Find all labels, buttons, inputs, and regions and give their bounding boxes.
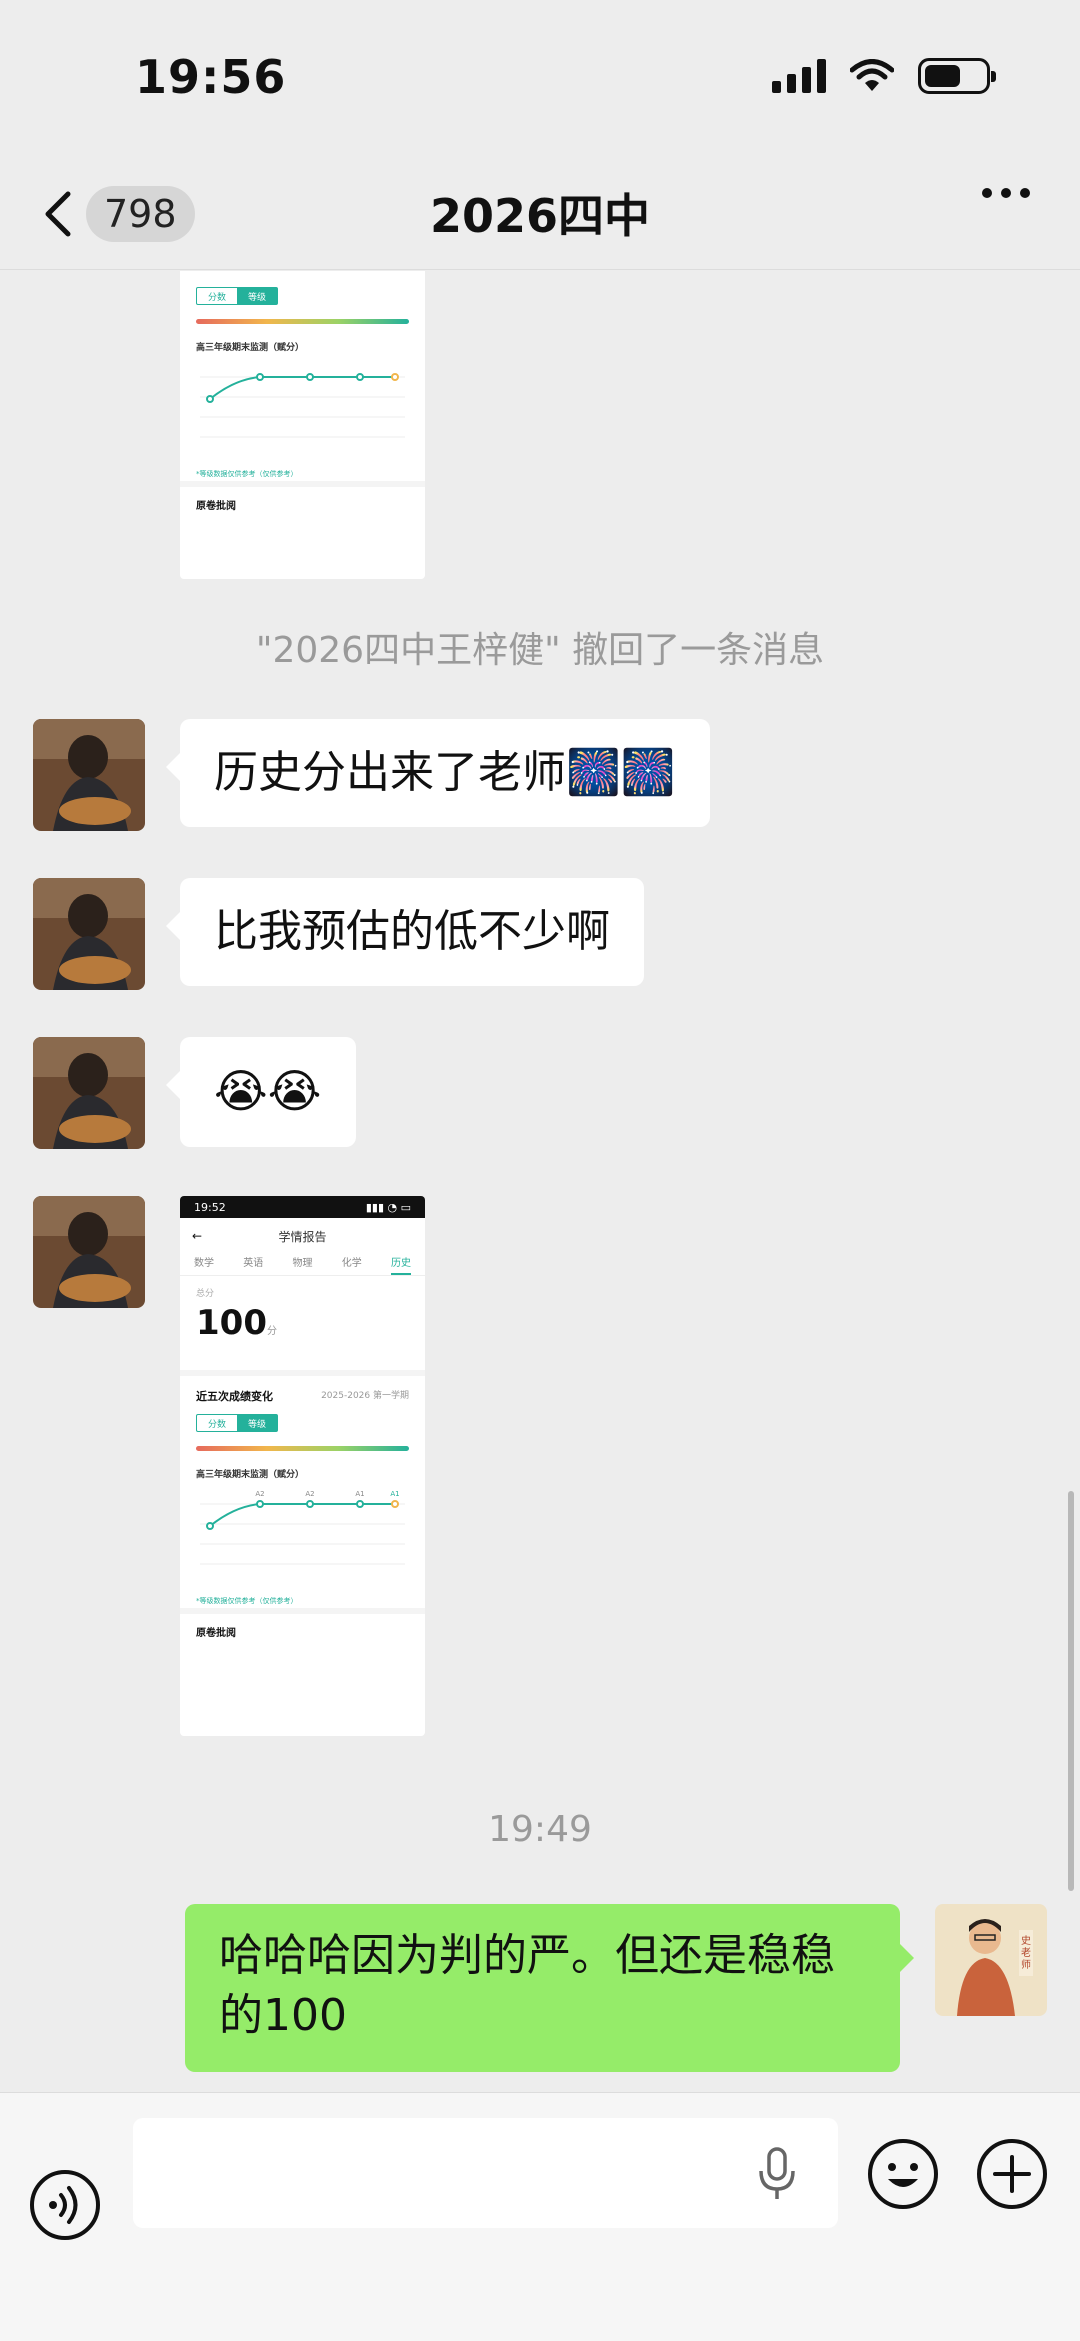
my-message-text: 哈哈哈因为判的严。但还是稳稳的100 <box>219 1930 835 2041</box>
trend-filter: 2025-2026 第一学期 <box>321 1391 409 1401</box>
chart-point-label: A1 <box>355 1490 364 1498</box>
chart-note: *等级数据仅供参考（仅供参考） <box>196 1597 298 1605</box>
chart-note: *等级数据仅供参考（仅供参考） <box>196 470 298 478</box>
subject-tab: 英语 <box>243 1258 264 1269</box>
svg-text:老: 老 <box>1021 1946 1031 1959</box>
plus-circle-icon[interactable] <box>975 2137 1049 2211</box>
message-list[interactable]: 分数 等级 高三年级期末监测（赋分） *等级数据仅供参考（仅供参考） 原卷批阅 … <box>0 271 1080 2091</box>
score-card: 总分 100分 <box>180 1276 425 1376</box>
chat-header: 798 2026四中 <box>0 160 1080 270</box>
emoji-smile-icon[interactable] <box>866 2137 940 2211</box>
trend-chart <box>200 373 405 438</box>
grade-scale-bar <box>196 1446 409 1451</box>
toggle-grade: 等级 <box>237 288 277 304</box>
mode-toggle: 分数 等级 <box>196 1414 278 1432</box>
toggle-grade: 等级 <box>237 1415 277 1431</box>
message-text: 历史分出来了老师🎆🎆 <box>214 747 676 798</box>
toggle-score: 分数 <box>207 1419 226 1430</box>
status-icons <box>772 58 996 94</box>
chat-title: 2026四中 <box>429 189 651 243</box>
microphone-icon[interactable] <box>755 2143 799 2203</box>
report-header: ← 学情报告 <box>180 1218 425 1254</box>
phone-status-icons: ▮▮▮ ◔ ▭ <box>365 1200 411 1214</box>
score-value: 100分 <box>196 1303 409 1343</box>
trend-chart: A2 A2 A1 A1 <box>200 1490 405 1565</box>
image-message-partial[interactable]: 分数 等级 高三年级期末监测（赋分） *等级数据仅供参考（仅供参考） 原卷批阅 <box>180 271 425 579</box>
score-label: 总分 <box>196 1289 215 1299</box>
scrollbar-thumb[interactable] <box>1068 1491 1074 1891</box>
message-text: 😭😭 <box>214 1064 322 1118</box>
avatar[interactable] <box>33 1037 145 1149</box>
message-text: 比我预估的低不少啊 <box>214 906 610 957</box>
cellular-signal-icon <box>772 59 826 93</box>
chart-point-label: A2 <box>255 1490 264 1498</box>
phone-status-bar: 19:52 ▮▮▮ ◔ ▭ <box>180 1196 425 1218</box>
voice-toggle-icon[interactable] <box>28 2168 102 2242</box>
trend-title-row: 近五次成绩变化 2025-2026 第一学期 <box>180 1376 425 1410</box>
mode-toggle: 分数 等级 <box>196 287 278 305</box>
message-bubble[interactable]: 比我预估的低不少啊 <box>166 878 644 986</box>
svg-text:史: 史 <box>1021 1935 1031 1947</box>
grade-scale-bar <box>196 319 409 324</box>
report-title: 学情报告 <box>278 1229 327 1244</box>
time-separator: 19:49 <box>488 1809 592 1850</box>
chart-point-label: A2 <box>305 1490 314 1498</box>
avatar[interactable] <box>33 1196 145 1308</box>
more-options-button[interactable] <box>982 188 1030 198</box>
toggle-score: 分数 <box>207 292 226 303</box>
input-bar <box>0 2092 1080 2341</box>
subject-tab: 数学 <box>194 1258 214 1269</box>
status-bar: 19:56 <box>0 0 1080 160</box>
subject-tab-active: 历史 <box>391 1254 411 1275</box>
paper-section: 原卷批阅 <box>180 481 425 522</box>
recall-notice: "2026四中王梓健" 撤回了一条消息 <box>255 630 825 671</box>
svg-text:师: 师 <box>1021 1958 1031 1971</box>
battery-icon <box>918 58 996 94</box>
image-message[interactable]: 19:52 ▮▮▮ ◔ ▭ ← 学情报告 数学 英语 物理 化学 历史 总分 1… <box>180 1196 425 1736</box>
wifi-icon <box>850 59 894 91</box>
my-avatar[interactable]: 史 老 师 <box>935 1904 1047 2016</box>
my-message-bubble[interactable]: 哈哈哈因为判的严。但还是稳稳的100 <box>185 1904 914 2072</box>
exam-title: 高三年级期末监测（赋分） <box>196 1470 305 1480</box>
subject-tab: 物理 <box>292 1258 313 1269</box>
chart-point-label: A1 <box>390 1490 399 1498</box>
paper-section: 原卷批阅 <box>180 1608 425 1649</box>
more-dots-icon <box>982 188 992 198</box>
exam-title: 高三年级期末监测（赋分） <box>196 343 305 353</box>
subject-tabs: 数学 英语 物理 化学 历史 <box>180 1254 425 1276</box>
score-number: 100 <box>196 1303 267 1343</box>
status-time: 19:56 <box>135 50 287 104</box>
score-unit: 分 <box>266 1326 277 1337</box>
phone-time: 19:52 <box>194 1200 226 1214</box>
subject-tab: 化学 <box>341 1258 362 1269</box>
message-bubble[interactable]: 😭😭 <box>166 1037 356 1147</box>
message-bubble[interactable]: 历史分出来了老师🎆🎆 <box>166 719 710 827</box>
avatar[interactable] <box>33 719 145 831</box>
avatar[interactable] <box>33 878 145 990</box>
trend-title: 近五次成绩变化 <box>196 1390 273 1403</box>
message-input[interactable] <box>133 2118 838 2228</box>
